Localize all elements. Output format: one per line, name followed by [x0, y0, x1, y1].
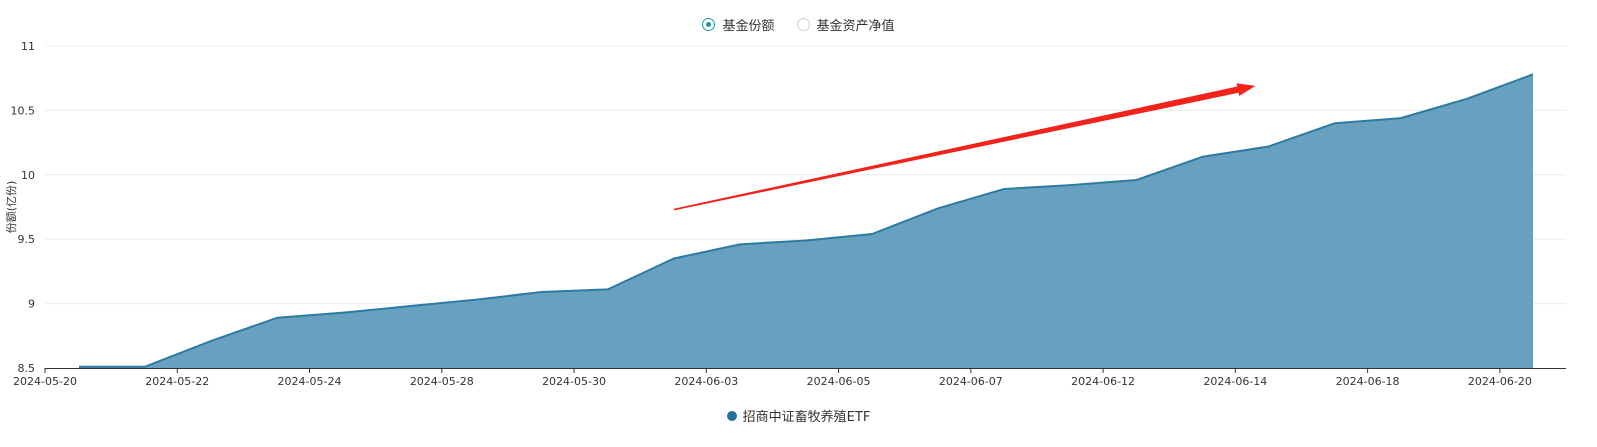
data-point: [407, 304, 411, 308]
data-point: [1531, 72, 1535, 76]
data-point: [672, 257, 676, 261]
data-point: [1399, 116, 1403, 120]
x-tick-label: 2024-06-03: [674, 375, 738, 388]
data-point: [209, 339, 213, 343]
data-point: [738, 242, 742, 246]
area-chart: 8.5 9 9.5 10 10.5 11 份额(亿份) 2024-05-20 2024-05-2…: [5, 40, 1566, 388]
legend-series-label[interactable]: 招商中证畜牧养殖ETF: [743, 406, 871, 425]
data-point: [1333, 121, 1337, 125]
x-tick-label: 2024-06-18: [1336, 375, 1400, 388]
x-tick-label: 2024-06-12: [1071, 375, 1135, 388]
x-tick-label: 2024-05-28: [410, 375, 474, 388]
x-tick-label: 2024-06-14: [1203, 375, 1267, 388]
data-point: [804, 238, 808, 242]
data-point: [474, 298, 478, 302]
data-point: [606, 287, 610, 291]
y-tick-label: 10.5: [11, 104, 36, 117]
x-tick-label: 2024-06-20: [1468, 375, 1532, 388]
data-point: [540, 290, 544, 294]
data-point: [1068, 183, 1072, 187]
x-tick-label: 2024-06-05: [807, 375, 871, 388]
data-point: [1134, 178, 1138, 182]
x-tick-label: 2024-05-22: [145, 375, 209, 388]
x-tick-label: 2024-05-24: [278, 375, 342, 388]
chart-legend: 招商中证畜牧养殖ETF: [0, 406, 1597, 425]
x-tick-label: 2024-06-07: [939, 375, 1003, 388]
data-point: [341, 311, 345, 315]
data-point: [1465, 97, 1469, 101]
data-point: [275, 316, 279, 320]
y-tick-label: 9: [28, 298, 35, 311]
y-tick-label: 10: [21, 169, 35, 182]
data-point: [1201, 155, 1205, 159]
y-tick-label: 8.5: [18, 362, 36, 375]
x-tick-label: 2024-05-30: [542, 375, 606, 388]
series-area: [79, 74, 1533, 368]
data-point: [1002, 187, 1006, 191]
data-point: [1267, 144, 1271, 148]
y-tick-label: 9.5: [18, 233, 36, 246]
legend-dot-icon: [726, 410, 737, 421]
data-point: [936, 206, 940, 210]
y-tick-label: 11: [21, 40, 35, 53]
x-tick-label: 2024-05-20: [13, 375, 77, 388]
data-point: [870, 232, 874, 236]
y-axis-title: 份额(亿份): [5, 181, 18, 234]
